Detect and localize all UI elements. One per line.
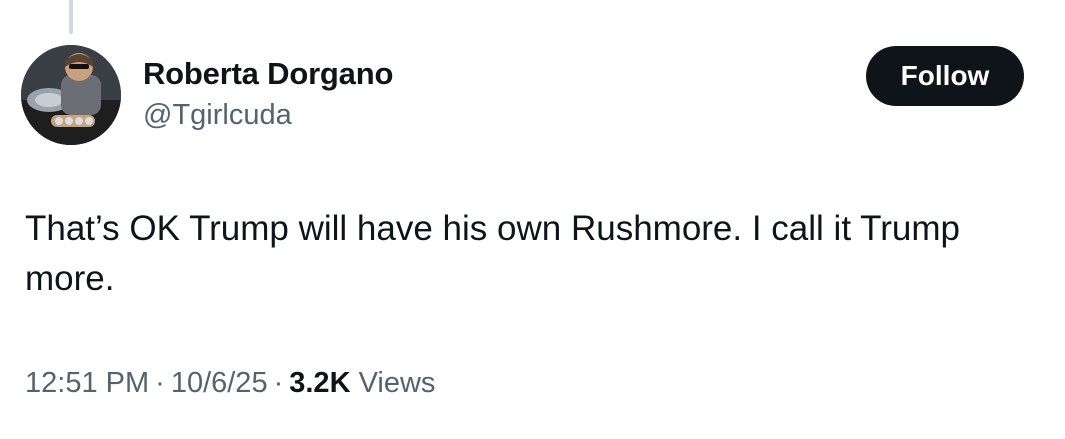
tweet-metadata: 12:51 PM · 10/6/25 · 3.2K Views bbox=[25, 367, 435, 400]
views-label: Views bbox=[358, 367, 436, 399]
thread-connector-line bbox=[69, 0, 73, 34]
tweet-time[interactable]: 12:51 PM bbox=[25, 367, 149, 399]
meta-separator: · bbox=[155, 367, 165, 399]
author-handle[interactable]: @Tgirlcuda bbox=[143, 99, 292, 132]
author-display-name[interactable]: Roberta Dorgano bbox=[143, 56, 393, 92]
views-count: 3.2K bbox=[289, 367, 351, 399]
tweet-text: That’s OK Trump will have his own Rushmo… bbox=[25, 209, 960, 298]
meta-separator: · bbox=[273, 367, 284, 399]
tweet-date[interactable]: 10/6/25 bbox=[171, 367, 268, 399]
follow-button[interactable]: Follow bbox=[866, 46, 1024, 106]
avatar[interactable] bbox=[21, 45, 121, 145]
avatar-photo bbox=[21, 45, 121, 145]
